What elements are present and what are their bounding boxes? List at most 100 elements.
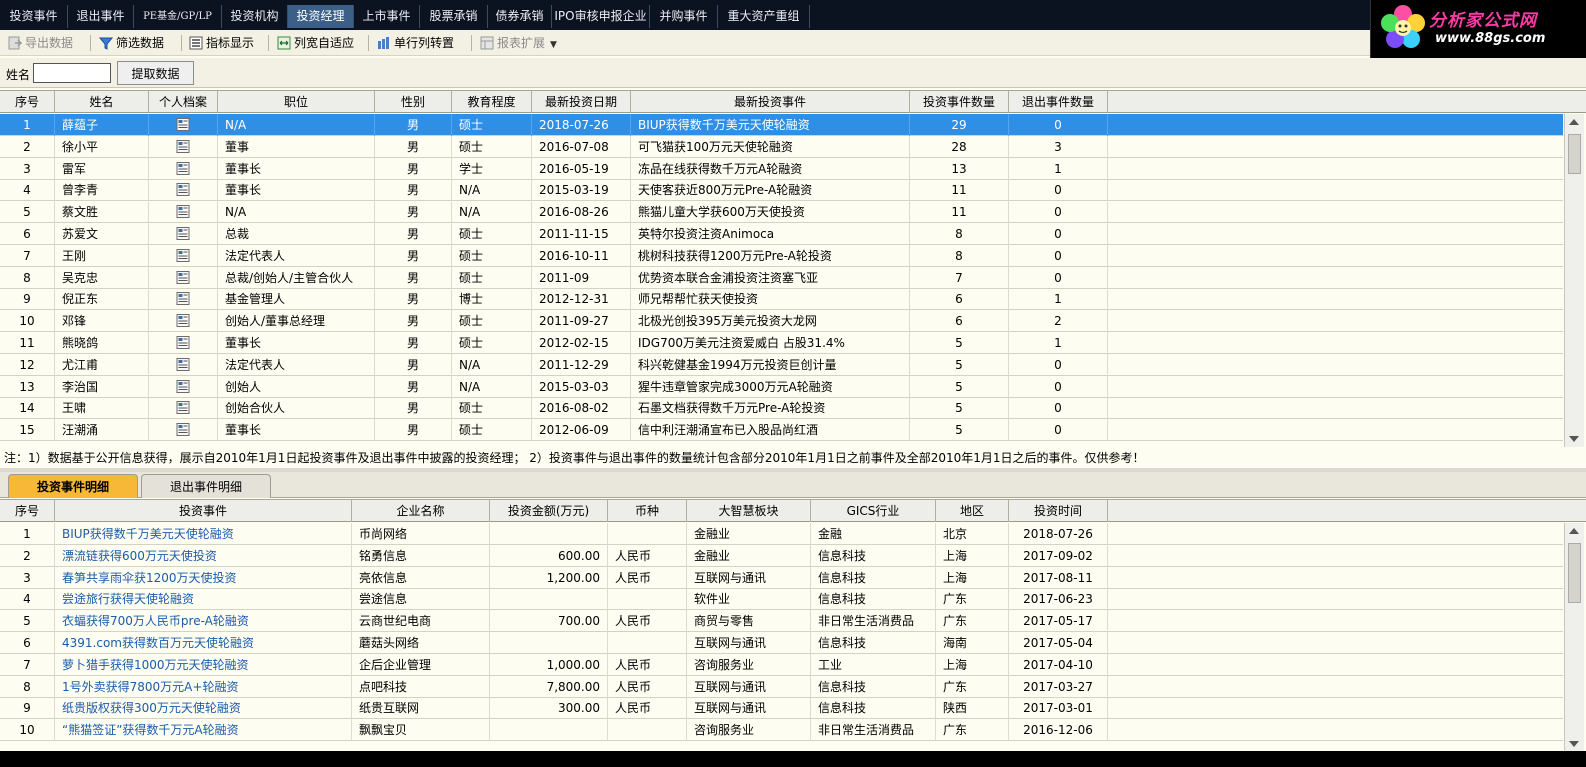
detail-tab-0[interactable]: 投资事件明细 [8,474,138,498]
table-row[interactable]: 6 苏爱文 总裁男硕士 2011-11-15 英特尔投资注资Animoca 8 0 [0,223,1563,245]
managers-grid-scrollbar[interactable] [1564,114,1584,447]
details_table-col-header[interactable]: 投资事件 [55,500,352,522]
tab-9[interactable]: 并购事件 [650,5,718,28]
document-icon[interactable] [176,401,190,415]
extract-data-button[interactable]: 提取数据 [117,61,194,85]
table-cell[interactable] [149,397,218,420]
managers_table-col-header[interactable]: 职位 [218,91,375,113]
managers_table-col-header[interactable]: 个人档案 [149,91,218,113]
scroll-down-icon[interactable] [1569,741,1579,747]
managers_table-col-header[interactable]: 最新投资事件 [631,91,910,113]
table-row[interactable]: 8 1号外卖获得7800万元A+轮融资 点吧科技 7,800.00 人民币 互联网与通讯信… [0,675,1563,698]
tab-6[interactable]: 股票承销 [420,5,488,28]
table-cell[interactable] [149,244,218,267]
document-icon[interactable] [176,270,190,284]
indicator-display-button[interactable]: 指标显示 [189,33,254,53]
table-cell[interactable] [149,310,218,333]
table-cell[interactable]: 尝途旅行获得天使轮融资 [55,588,352,611]
table-row[interactable]: 14 王啸 创始合伙人男硕士 2016-08-02 石墨文档获得数千万元Pre-A轮投资… [0,397,1563,420]
table-row[interactable]: 3 雷军 董事长男学士 2016-05-19 冻品在线获得数千万元A轮融资 13 1 [0,157,1563,180]
table-cell[interactable]: 萝卜猎手获得1000万元天使轮融资 [55,653,352,676]
details_table-col-header[interactable]: 币种 [608,500,687,522]
autofit-columns-button[interactable]: 列宽自适应 [277,33,354,53]
details_table-col-header[interactable]: 投资金额(万元) [490,500,608,522]
table-row[interactable]: 6 4391.com获得数百万元天使轮融资 蘑菇头网络 互联网与通讯 信息科技 海南 201… [0,632,1563,654]
table-cell[interactable]: “熊猫签证”获得数千万元A轮融资 [55,719,352,742]
table-row[interactable]: 3 春笋共享雨伞获1200万天使投资 亮依信息 1,200.00 人民币 互联网与通讯 信息… [0,566,1563,589]
table-cell[interactable] [149,332,218,354]
document-icon[interactable] [176,205,190,219]
table-row[interactable]: 8 吴克忠 总裁/创始人/主管合伙人男硕士 2011-09 优势资本联合金浦投资注资塞飞… [0,266,1563,289]
table-row[interactable]: 7 王刚 法定代表人男硕士 2016-10-11 桃树科技获得1200万元Pre-A轮投… [0,244,1563,267]
filter-data-button[interactable]: 筛选数据 [99,33,164,53]
table-cell[interactable] [149,179,218,202]
managers_table-col-header[interactable]: 退出事件数量 [1009,91,1108,113]
table-row[interactable]: 7 萝卜猎手获得1000万元天使轮融资 企后企业管理 1,000.00 人民币 咨询服务业… [0,653,1563,676]
table-cell[interactable]: 漂流链获得600万元天使投资 [55,544,352,567]
tab-2[interactable]: PE基金/GP/LP [134,5,222,28]
details_table-col-header[interactable]: 序号 [0,500,55,522]
details_table-col-header[interactable]: 企业名称 [352,500,490,522]
table-row[interactable]: 12 尤江甫 法定代表人男 N/A 2011-12-29 科兴乾健基金1994万元投资巨创… [0,353,1563,376]
table-cell[interactable] [149,288,218,311]
table-row[interactable]: 2 漂流链获得600万元天使投资 铭勇信息 600.00 人民币 金融业 信息科技 上海 201… [0,544,1563,567]
table-cell[interactable] [149,419,218,442]
document-icon[interactable] [176,357,190,371]
detail-tab-1[interactable]: 退出事件明细 [141,474,271,498]
table-row[interactable]: 1 薛蕴子 N/A 男硕士 2018-07-26 BIUP获得数千万美元天使轮融资 29 0 [0,114,1563,136]
table-cell[interactable] [149,201,218,224]
table-cell[interactable] [149,223,218,245]
details_table-col-header[interactable]: 地区 [936,500,1009,522]
details_table-col-header[interactable]: GICS行业 [811,500,936,522]
document-icon[interactable] [176,248,190,262]
details_table-col-header[interactable]: 投资时间 [1009,500,1108,522]
tab-0[interactable]: 投资事件 [0,5,68,28]
document-icon[interactable] [176,227,190,240]
managers_table-col-header[interactable]: 序号 [0,91,55,113]
document-icon[interactable] [176,292,190,306]
tab-8[interactable]: IPO审核申报企业 [552,5,650,28]
tab-7[interactable]: 债券承销 [488,5,552,28]
tab-4[interactable]: 投资经理 [288,5,354,28]
scroll-down-icon[interactable] [1569,436,1579,442]
table-cell[interactable]: 春笋共享雨伞获1200万天使投资 [55,566,352,589]
scroll-thumb[interactable] [1568,543,1581,603]
table-cell[interactable]: 4391.com获得数百万元天使轮融资 [55,632,352,654]
table-cell[interactable]: 纸贵版权获得300万元天使轮融资 [55,697,352,720]
details-grid-scrollbar[interactable] [1564,523,1584,752]
table-row[interactable]: 11 熊晓鸽 董事长男硕士 2012-02-15 IDG700万美元注资爱威白 占股31… [0,332,1563,354]
table-cell[interactable] [149,114,218,136]
table-cell[interactable] [149,353,218,376]
managers_table-col-header[interactable]: 教育程度 [452,91,532,113]
document-icon[interactable] [176,314,190,328]
managers_table-col-header[interactable]: 性别 [375,91,452,113]
managers_table-col-header[interactable]: 投资事件数量 [910,91,1009,113]
tab-10[interactable]: 重大资产重组 [718,5,810,28]
document-icon[interactable] [176,139,190,153]
table-row[interactable]: 9 倪正东 基金管理人男博士 2012-12-31 师兄帮帮忙获天使投资 6 1 [0,288,1563,311]
table-row[interactable]: 13 李治国 创始人男 N/A 2015-03-03 猩牛违章管家完成3000万元A轮融资… [0,375,1563,398]
scroll-up-icon[interactable] [1569,119,1579,125]
table-cell[interactable] [149,266,218,289]
document-icon[interactable] [176,379,190,393]
managers_table-col-header[interactable]: 姓名 [55,91,149,113]
table-cell[interactable] [149,135,218,158]
name-input[interactable] [33,63,111,83]
table-row[interactable]: 1 BIUP获得数千万美元天使轮融资 币尚网络 金融业 金融 北京 2018-07-26 [0,523,1563,545]
document-icon[interactable] [176,118,190,131]
table-row[interactable]: 10 邓锋 创始人/董事总经理男硕士 2011-09-27 北极光创投395万美元投资大… [0,310,1563,333]
document-icon[interactable] [176,183,190,197]
table-row[interactable]: 4 尝途旅行获得天使轮融资 尝途信息 软件业 信息科技 广东 2017-06-23 [0,588,1563,611]
table-row[interactable]: 5 衣蝠获得700万人民币pre-A轮融资 云商世纪电商 700.00 人民币 商贸与零售… [0,610,1563,633]
table-row[interactable]: 4 曾李青 董事长男 N/A 2015-03-19 天使客获近800万元Pre-A轮融资 1… [0,179,1563,202]
table-row[interactable]: 10 “熊猫签证”获得数千万元A轮融资 飘飘宝贝 咨询服务业 非日常生活消费品 广东 201… [0,719,1563,742]
tab-3[interactable]: 投资机构 [222,5,288,28]
table-cell[interactable] [149,157,218,180]
tab-5[interactable]: 上市事件 [354,5,420,28]
table-row[interactable]: 5 蔡文胜 N/A 男 N/A 2016-08-26 熊猫儿童大学获600万天使投资 11 0 [0,201,1563,224]
scroll-up-icon[interactable] [1569,528,1579,534]
details_table-col-header[interactable]: 大智慧板块 [687,500,811,522]
table-row[interactable]: 15 汪潮涌 董事长男硕士 2012-06-09 信中利汪潮涌宣布已入股品尚红酒 5 0 [0,419,1563,442]
table-cell[interactable]: 衣蝠获得700万人民币pre-A轮融资 [55,610,352,633]
scroll-thumb[interactable] [1568,134,1581,174]
